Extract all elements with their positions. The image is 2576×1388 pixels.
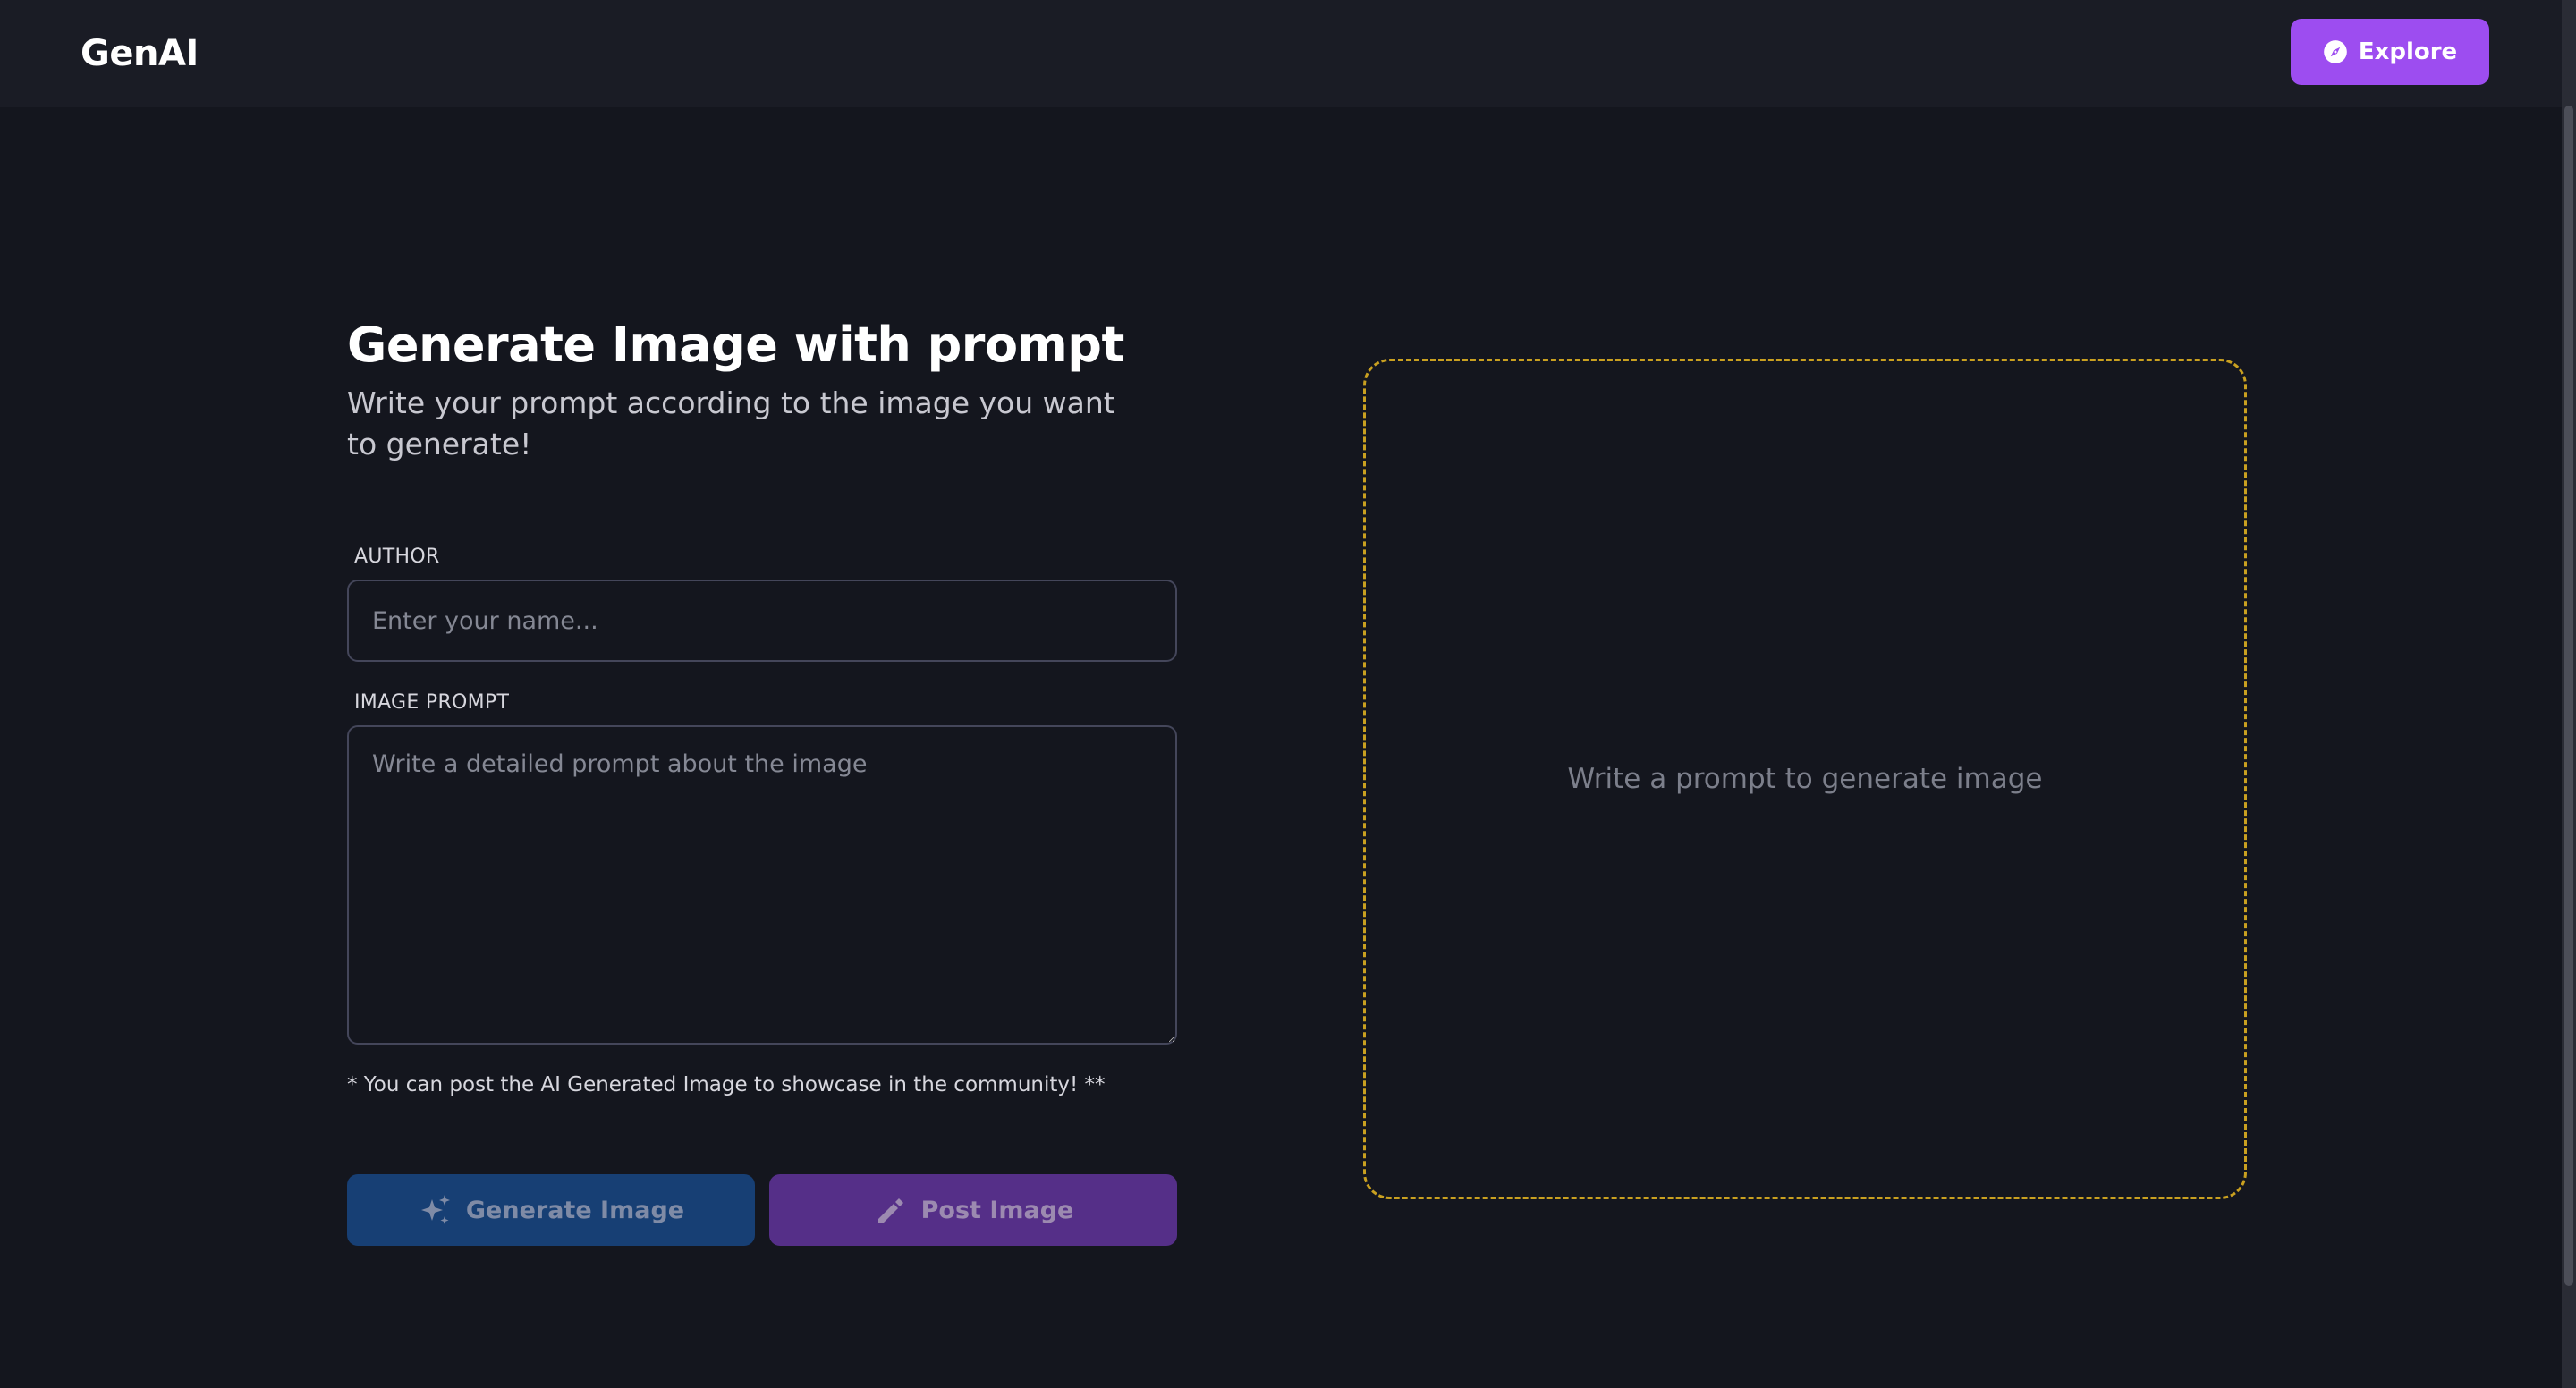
generate-image-button[interactable]: Generate Image [347, 1174, 755, 1246]
author-label: AUTHOR [354, 546, 440, 568]
explore-label: Explore [2358, 38, 2458, 65]
sparkles-icon [418, 1192, 453, 1228]
image-prompt-label: IMAGE PROMPT [354, 691, 510, 714]
author-input[interactable] [347, 580, 1177, 662]
page-title: Generate Image with prompt [347, 317, 1124, 373]
scrollbar-thumb[interactable] [2564, 106, 2573, 1286]
page-subtitle: Write your prompt according to the image… [347, 385, 1115, 461]
post-image-label: Post Image [920, 1196, 1074, 1224]
community-note: * You can post the AI Generated Image to… [347, 1073, 1106, 1096]
compass-icon [2323, 39, 2348, 64]
preview-placeholder-text: Write a prompt to generate image [1567, 763, 2043, 795]
generate-image-label: Generate Image [465, 1196, 685, 1224]
pencil-icon [873, 1192, 909, 1228]
page-scrollbar[interactable] [2562, 0, 2576, 1388]
post-image-button[interactable]: Post Image [769, 1174, 1177, 1246]
action-buttons: Generate Image Post Image [347, 1174, 1177, 1246]
generate-form: Generate Image with prompt Write your pr… [347, 313, 1177, 1246]
explore-button[interactable]: Explore [2291, 19, 2489, 85]
app-logo[interactable]: GenAI [80, 33, 199, 74]
image-preview-area: Write a prompt to generate image [1363, 359, 2247, 1199]
image-prompt-textarea[interactable] [347, 725, 1177, 1045]
top-navbar: GenAI [0, 0, 2562, 107]
